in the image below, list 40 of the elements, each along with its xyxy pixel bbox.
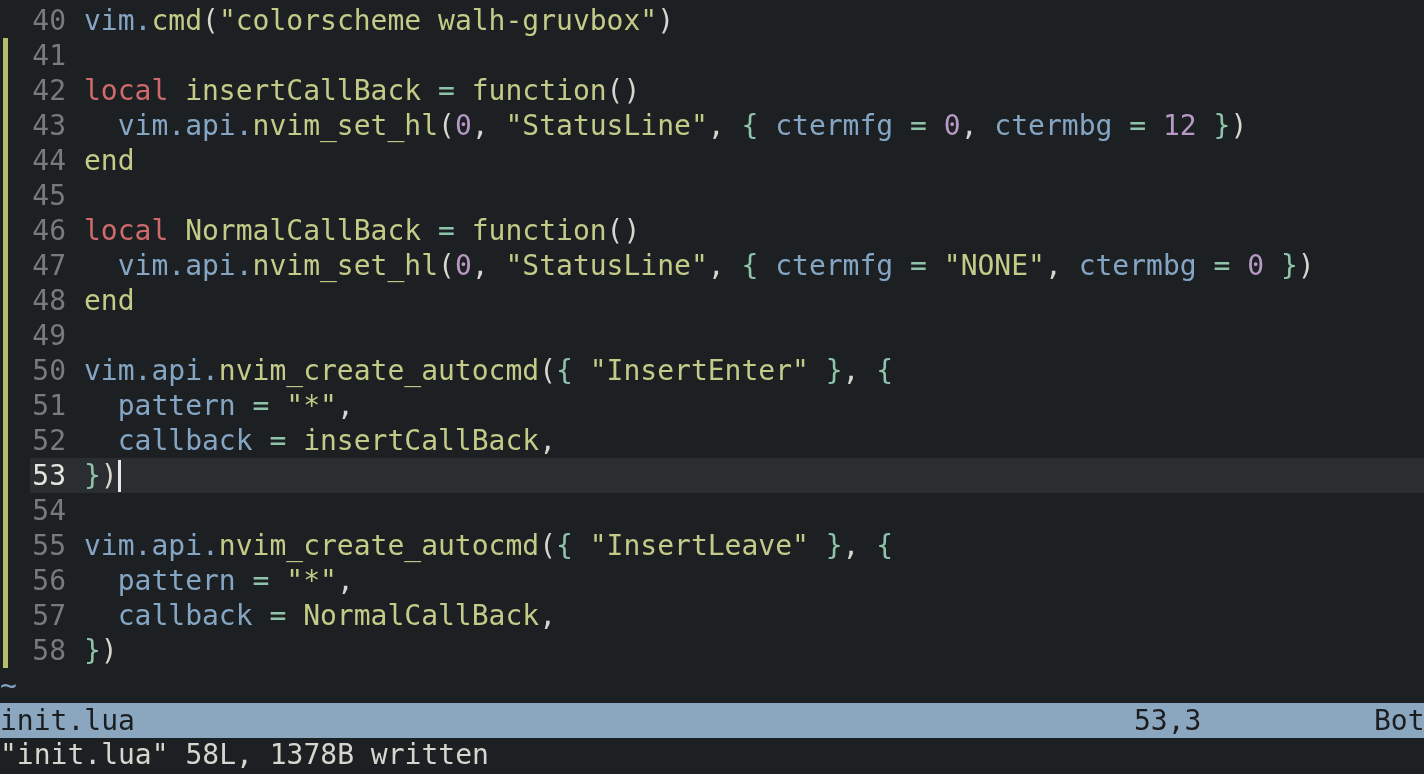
- line-number: 48: [31, 283, 66, 318]
- line-number: 51: [31, 388, 66, 423]
- line-number: 43: [31, 108, 66, 143]
- line-number: 50: [31, 353, 66, 388]
- code-line: local NormalCallBack = function(): [84, 213, 641, 248]
- code-line: vim.api.nvim_set_hl(0, "StatusLine", { ctermfg = 0, ctermbg = 12 }): [116, 108, 1248, 143]
- code-line: }): [84, 458, 118, 493]
- code-line: callback = NormalCallBack,: [116, 598, 557, 633]
- line-number: 55: [31, 528, 66, 563]
- line-number: 54: [31, 493, 66, 528]
- empty-line-marker: ~: [0, 669, 17, 702]
- code-line: local insertCallBack = function(): [84, 73, 641, 108]
- code-line: end: [84, 283, 135, 318]
- line-number: 42: [31, 73, 66, 108]
- code-line: end: [84, 143, 135, 178]
- command-message: "init.lua" 58L, 1378B written: [0, 738, 490, 772]
- code-line: callback = insertCallBack,: [116, 423, 557, 458]
- code-line: vim.api.nvim_set_hl(0, "StatusLine", { ctermfg = "NONE", ctermbg = 0 }): [116, 248, 1315, 283]
- line-number: 47: [31, 248, 66, 283]
- code-line: }): [84, 633, 118, 668]
- file-name: init.lua: [0, 703, 136, 738]
- code-line: vim.api.nvim_create_autocmd({ "InsertEnter" }, {: [84, 353, 894, 388]
- line-number: 56: [31, 563, 66, 598]
- code-line: vim.cmd("colorscheme walh-gruvbox"): [84, 3, 675, 38]
- line-number: 44: [31, 143, 66, 178]
- line-number: 40: [31, 3, 66, 38]
- line-number: 49: [31, 318, 66, 353]
- line-number: 45: [31, 178, 66, 213]
- scroll-position: Bot: [1374, 703, 1424, 738]
- code-line: pattern = "*",: [116, 563, 354, 598]
- line-number: 41: [31, 38, 66, 73]
- line-number: 57: [31, 598, 66, 633]
- cursor-position: 53,3: [1134, 703, 1203, 738]
- line-number: 58: [31, 633, 66, 668]
- line-number: 53: [31, 458, 66, 493]
- code-line: vim.api.nvim_create_autocmd({ "InsertLeave" }, {: [84, 528, 894, 563]
- line-number: 52: [31, 423, 66, 458]
- line-number: 46: [31, 213, 66, 248]
- code-line: pattern = "*",: [116, 388, 354, 423]
- text-cursor: [117, 459, 121, 492]
